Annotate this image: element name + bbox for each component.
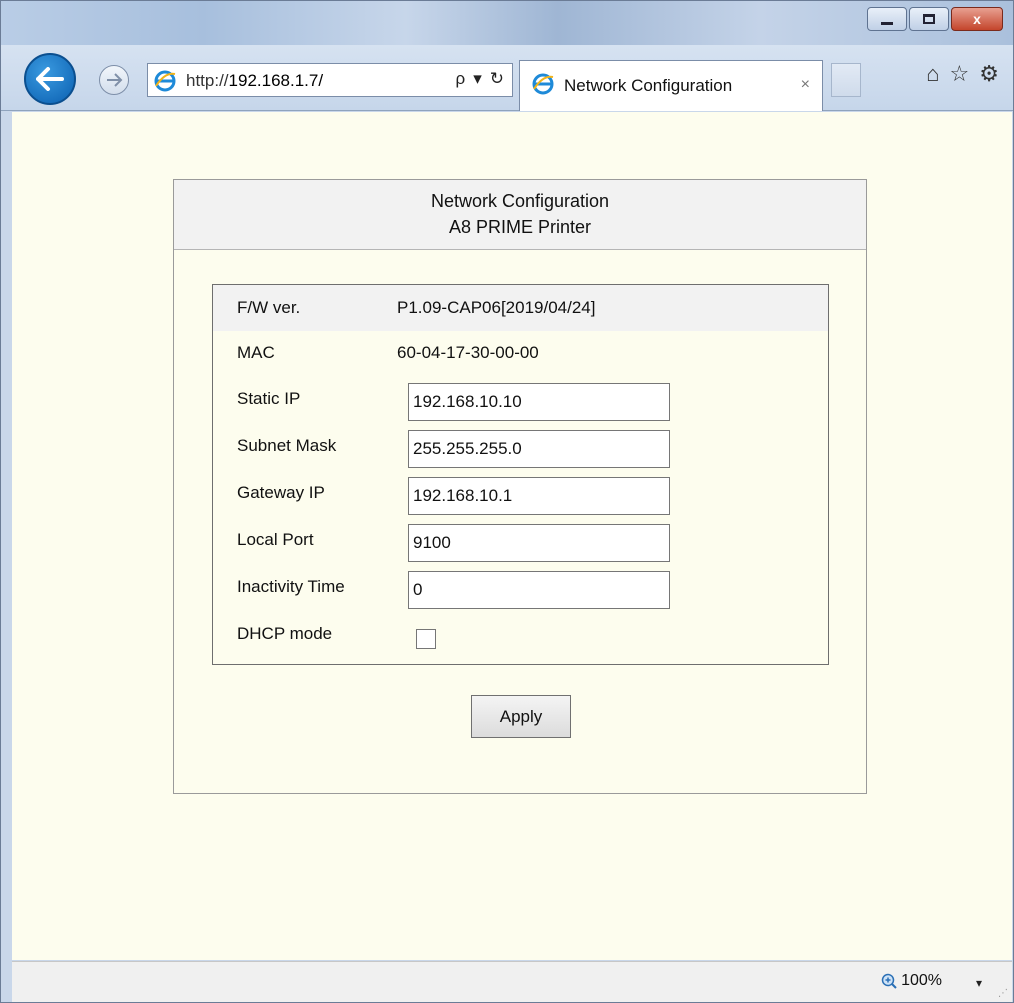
apply-button[interactable]: Apply bbox=[471, 695, 571, 738]
navigation-bar: http://192.168.1.7/ ρ ▾ ↻ Network Config… bbox=[1, 45, 1013, 111]
zoom-control[interactable]: 100% bbox=[881, 972, 942, 990]
forward-arrow-icon bbox=[107, 73, 123, 87]
ie-logo-icon bbox=[532, 73, 554, 95]
dropdown-icon[interactable]: ▾ bbox=[473, 69, 482, 89]
gateway-ip-input[interactable] bbox=[408, 477, 670, 515]
inactivity-time-input[interactable] bbox=[408, 571, 670, 609]
back-button[interactable] bbox=[24, 53, 76, 105]
static-ip-input[interactable] bbox=[408, 383, 670, 421]
page-content: Network Configuration A8 PRIME Printer F… bbox=[12, 112, 1012, 960]
subnet-mask-label: Subnet Mask bbox=[237, 436, 337, 455]
status-bar: 100% ▾ ⋰ bbox=[12, 961, 1012, 1002]
maximize-button[interactable] bbox=[909, 7, 949, 31]
favorites-star-icon[interactable]: ☆ bbox=[950, 61, 970, 87]
close-icon: x bbox=[973, 11, 981, 27]
config-panel: Network Configuration A8 PRIME Printer F… bbox=[173, 179, 867, 794]
search-icon[interactable]: ρ bbox=[456, 69, 466, 89]
fw-version-row: F/W ver. P1.09-CAP06[2019/04/24] bbox=[213, 285, 828, 331]
page-subtitle: A8 PRIME Printer bbox=[448, 217, 592, 237]
local-port-row: Local Port bbox=[213, 518, 828, 564]
inactivity-time-row: Inactivity Time bbox=[213, 565, 828, 611]
mac-row: MAC 60-04-17-30-00-00 bbox=[213, 331, 828, 377]
home-icon[interactable]: ⌂ bbox=[926, 61, 939, 87]
window-controls: x bbox=[865, 7, 1003, 31]
title-bar[interactable]: x bbox=[1, 1, 1013, 45]
address-bar[interactable]: http://192.168.1.7/ ρ ▾ ↻ bbox=[147, 63, 513, 97]
dhcp-mode-checkbox[interactable] bbox=[416, 629, 436, 649]
zoom-dropdown-icon[interactable]: ▾ bbox=[976, 976, 982, 990]
refresh-icon[interactable]: ↻ bbox=[490, 69, 504, 89]
mac-value: 60-04-17-30-00-00 bbox=[397, 343, 539, 362]
subnet-mask-input[interactable] bbox=[408, 430, 670, 468]
inactivity-time-label: Inactivity Time bbox=[237, 577, 345, 596]
url-scheme: http:// bbox=[186, 71, 229, 90]
dhcp-mode-label: DHCP mode bbox=[237, 624, 333, 643]
url-text[interactable]: http://192.168.1.7/ bbox=[186, 71, 323, 91]
ie-logo-icon bbox=[154, 70, 176, 92]
back-arrow-icon bbox=[36, 67, 64, 91]
close-window-button[interactable]: x bbox=[951, 7, 1003, 31]
static-ip-label: Static IP bbox=[237, 389, 301, 408]
local-port-input[interactable] bbox=[408, 524, 670, 562]
local-port-label: Local Port bbox=[237, 530, 314, 549]
minimize-button[interactable] bbox=[867, 7, 907, 31]
subnet-mask-row: Subnet Mask bbox=[213, 424, 828, 470]
static-ip-row: Static IP bbox=[213, 377, 828, 423]
fw-version-label: F/W ver. bbox=[237, 298, 301, 317]
zoom-icon bbox=[881, 973, 897, 989]
gateway-ip-label: Gateway IP bbox=[237, 483, 325, 502]
tab-title: Network Configuration bbox=[564, 76, 733, 95]
resize-grip-icon[interactable]: ⋰ bbox=[998, 988, 1008, 999]
settings-table: F/W ver. P1.09-CAP06[2019/04/24] MAC 60-… bbox=[212, 284, 829, 665]
settings-gear-icon[interactable]: ⚙ bbox=[979, 61, 999, 87]
address-tools: ρ ▾ ↻ bbox=[456, 69, 504, 89]
browser-tools: ⌂ ☆ ⚙ bbox=[926, 61, 999, 87]
fw-version-value: P1.09-CAP06[2019/04/24] bbox=[397, 298, 596, 317]
page-title: Network Configuration bbox=[430, 191, 610, 211]
browser-window: x http://192.168.1.7/ ρ ▾ ↻ Network Conf… bbox=[0, 0, 1014, 1003]
minimize-icon bbox=[881, 21, 893, 25]
window-left-border bbox=[1, 112, 12, 1002]
new-tab-button[interactable] bbox=[831, 63, 861, 97]
tab-network-configuration[interactable]: Network Configuration × bbox=[519, 60, 823, 111]
panel-header: Network Configuration A8 PRIME Printer bbox=[174, 180, 866, 250]
mac-label: MAC bbox=[237, 343, 275, 362]
tab-close-icon[interactable]: × bbox=[801, 76, 810, 94]
zoom-level: 100% bbox=[901, 972, 942, 989]
gateway-ip-row: Gateway IP bbox=[213, 471, 828, 517]
dhcp-mode-row: DHCP mode bbox=[213, 612, 828, 658]
maximize-icon bbox=[923, 14, 935, 24]
url-host: 192.168.1.7/ bbox=[228, 71, 324, 90]
forward-button[interactable] bbox=[99, 65, 129, 95]
